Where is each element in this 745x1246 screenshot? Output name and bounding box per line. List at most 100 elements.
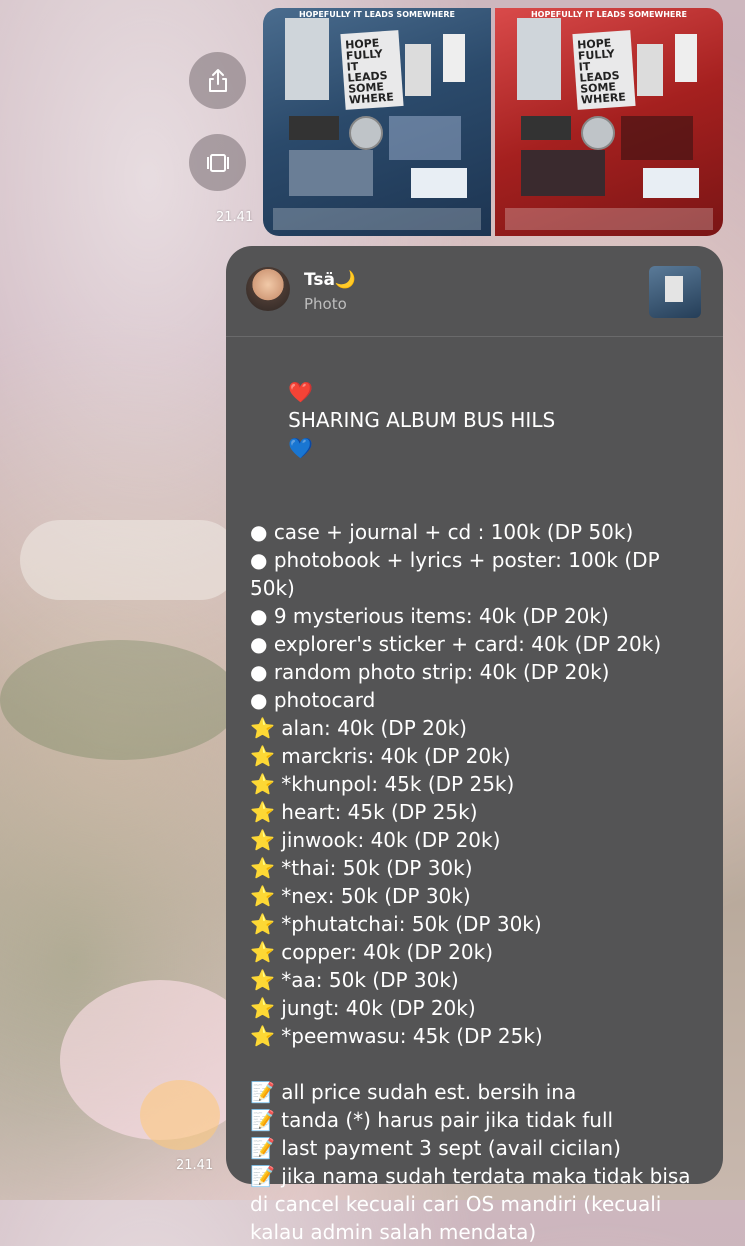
album-card [675, 34, 697, 82]
photocard-item: ⭐ jinwook: 40k (DP 20k) [250, 826, 710, 854]
star-icon: ⭐ [250, 996, 275, 1020]
photocard-item-text: jinwook: 40k (DP 20k) [281, 828, 501, 852]
timestamp: 21.41 [216, 210, 254, 225]
album-case [517, 18, 561, 100]
memo-icon: 📝 [250, 1164, 275, 1188]
message-text: ❤️ SHARING ALBUM BUS HILS 💙 ● case + jou… [250, 350, 710, 1246]
album-cover: HOPE FULLY IT LEADS SOME WHERE [340, 30, 404, 110]
photocard-item-text: marckris: 40k (DP 20k) [281, 744, 511, 768]
share-icon [208, 68, 227, 92]
bullet-icon: ● [250, 604, 268, 628]
photocard-item-text: heart: 45k (DP 25k) [281, 800, 478, 824]
photocard-item: ⭐ *peemwasu: 45k (DP 25k) [250, 1022, 710, 1050]
gallery-button[interactable] [189, 134, 246, 191]
album-poster [521, 150, 605, 196]
note-item: 📝 jika nama sudah terdata maka tidak bis… [250, 1162, 710, 1246]
note-item-text: tanda (*) harus pair jika tidak full [281, 1108, 614, 1132]
bullet-icon: ● [250, 520, 268, 544]
album-case [285, 18, 329, 100]
bullet-item-text: case + journal + cd : 100k (DP 50k) [273, 520, 634, 544]
photocard-item-text: copper: 40k (DP 20k) [281, 940, 494, 964]
photocard-item-text: *peemwasu: 45k (DP 25k) [281, 1024, 543, 1048]
album-image-blue[interactable]: HOPEFULLY IT LEADS SOMEWHERE HOPE FULLY … [263, 8, 491, 236]
photocard-item-text: jungt: 40k (DP 20k) [281, 996, 476, 1020]
blue-heart-icon: 💙 [288, 436, 314, 460]
album-stickers [643, 168, 699, 198]
star-icon: ⭐ [250, 772, 275, 796]
bullet-item-text: random photo strip: 40k (DP 20k) [273, 660, 610, 684]
star-icon: ⭐ [250, 912, 275, 936]
star-icon: ⭐ [250, 800, 275, 824]
photocard-item: ⭐ heart: 45k (DP 25k) [250, 798, 710, 826]
bullet-item-text: photocard [273, 688, 376, 712]
message-bubble[interactable]: Tsä🌙 Photo ❤️ SHARING ALBUM BUS HILS 💙 ●… [226, 246, 723, 1244]
photocard-item: ⭐ *nex: 50k (DP 30k) [250, 882, 710, 910]
message-title: ❤️ SHARING ALBUM BUS HILS 💙 [288, 380, 556, 460]
bullet-item-text: photobook + lyrics + poster: 100k (DP 50… [250, 548, 666, 600]
album-footer [505, 208, 713, 230]
album-items [621, 116, 693, 160]
reply-sender: Tsä🌙 [304, 270, 357, 290]
memo-icon: 📝 [250, 1108, 275, 1132]
star-icon: ⭐ [250, 828, 275, 852]
note-item-text: jika nama sudah terdata maka tidak bisa … [250, 1164, 697, 1244]
bullet-item-text: 9 mysterious items: 40k (DP 20k) [273, 604, 609, 628]
album-card [405, 44, 431, 96]
photocard-item-text: *nex: 50k (DP 30k) [281, 884, 471, 908]
background-blur [140, 1080, 220, 1150]
timestamp: 21.41 [176, 1158, 214, 1173]
photocard-item: ⭐ *phutatchai: 50k (DP 30k) [250, 910, 710, 938]
background-blur [0, 640, 240, 760]
memo-icon: 📝 [250, 1136, 275, 1160]
photocard-item-text: *khunpol: 45k (DP 25k) [281, 772, 515, 796]
album-card [637, 44, 663, 96]
photocard-item-text: alan: 40k (DP 20k) [281, 716, 467, 740]
album-photo-strip [289, 116, 339, 140]
gallery-icon [206, 153, 229, 172]
photocard-item: ⭐ *aa: 50k (DP 30k) [250, 966, 710, 994]
photocard-item: ⭐ alan: 40k (DP 20k) [250, 714, 710, 742]
star-icon: ⭐ [250, 968, 275, 992]
note-item: 📝 all price sudah est. bersih ina [250, 1078, 710, 1106]
note-item-text: last payment 3 sept (avail cicilan) [281, 1136, 621, 1160]
album-stickers [411, 168, 467, 198]
album-footer [273, 208, 481, 230]
photocard-item: ⭐ marckris: 40k (DP 20k) [250, 742, 710, 770]
bullet-item: ● 9 mysterious items: 40k (DP 20k) [250, 602, 710, 630]
photocard-item: ⭐ *khunpol: 45k (DP 25k) [250, 770, 710, 798]
star-icon: ⭐ [250, 1024, 275, 1048]
bullet-item: ● explorer's sticker + card: 40k (DP 20k… [250, 630, 710, 658]
star-icon: ⭐ [250, 716, 275, 740]
photocard-item: ⭐ copper: 40k (DP 20k) [250, 938, 710, 966]
photocard-item-text: *aa: 50k (DP 30k) [281, 968, 459, 992]
reply-thumbnail [649, 266, 701, 318]
bullet-item-text: explorer's sticker + card: 40k (DP 20k) [273, 632, 662, 656]
bullet-icon: ● [250, 632, 268, 656]
album-poster [289, 150, 373, 196]
bullet-icon: ● [250, 548, 268, 572]
reply-preview[interactable]: Tsä🌙 Photo [226, 246, 723, 337]
album-cover: HOPE FULLY IT LEADS SOME WHERE [572, 30, 636, 110]
avatar [246, 267, 290, 311]
photocard-item: ⭐ *thai: 50k (DP 30k) [250, 854, 710, 882]
star-icon: ⭐ [250, 856, 275, 880]
bullet-item: ● photocard [250, 686, 710, 714]
bullet-icon: ● [250, 688, 268, 712]
note-item: 📝 tanda (*) harus pair jika tidak full [250, 1106, 710, 1134]
background-blur [20, 520, 240, 600]
star-icon: ⭐ [250, 744, 275, 768]
album-cd [349, 116, 383, 150]
note-item-text: all price sudah est. bersih ina [281, 1080, 577, 1104]
photo-message[interactable]: HOPEFULLY IT LEADS SOMEWHERE HOPE FULLY … [263, 8, 723, 236]
bullet-icon: ● [250, 660, 268, 684]
reply-type: Photo [304, 295, 347, 313]
bullet-item: ● photobook + lyrics + poster: 100k (DP … [250, 546, 710, 602]
album-image-red[interactable]: HOPEFULLY IT LEADS SOMEWHERE HOPE FULLY … [495, 8, 723, 236]
bullet-item: ● case + journal + cd : 100k (DP 50k) [250, 518, 710, 546]
album-photo-strip [521, 116, 571, 140]
photocard-item-text: *thai: 50k (DP 30k) [281, 856, 473, 880]
share-button[interactable] [189, 52, 246, 109]
album-cd [581, 116, 615, 150]
star-icon: ⭐ [250, 940, 275, 964]
album-card [443, 34, 465, 82]
